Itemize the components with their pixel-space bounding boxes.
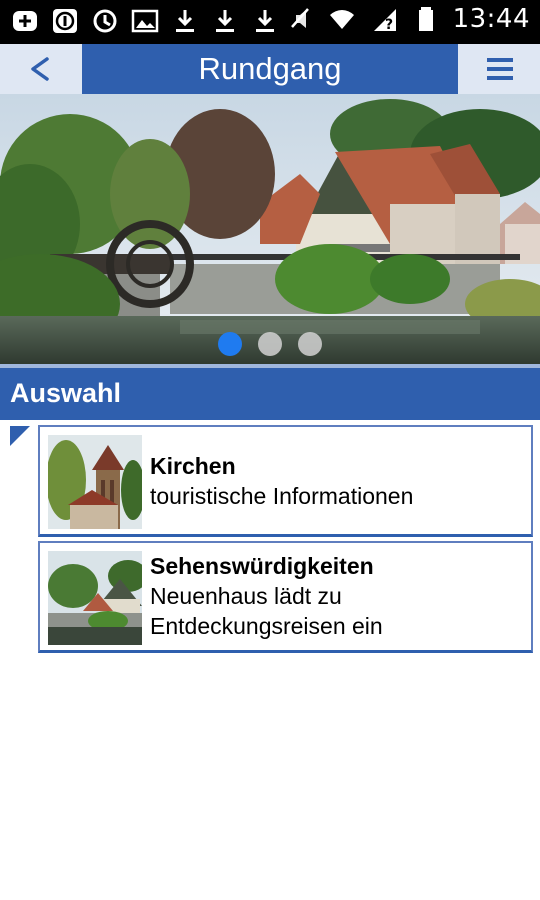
banner-image (0, 94, 540, 364)
menu-button[interactable] (460, 44, 540, 94)
info-icon (50, 6, 80, 36)
hamburger-menu-icon (487, 58, 513, 80)
signal-unknown-icon: ? (369, 4, 399, 34)
image-slider[interactable] (0, 94, 540, 364)
card-text: Kirchen touristische Informationen (150, 451, 525, 511)
battery-icon (411, 4, 441, 34)
download-icon (170, 6, 200, 36)
status-bar: ? 13:44 (0, 0, 540, 44)
chevron-left-icon (31, 57, 49, 81)
item-title: Sehenswürdigkeiten (150, 553, 374, 579)
slider-dot-3[interactable] (298, 332, 322, 356)
slider-dot-1[interactable] (218, 332, 242, 356)
card-text: Sehenswürdigkeiten Neuenhaus lädt zu Ent… (150, 551, 525, 641)
item-title: Kirchen (150, 453, 236, 479)
wifi-icon (327, 4, 357, 34)
back-button[interactable] (0, 44, 80, 94)
item-subtitle-line-1: Neuenhaus lädt zu (150, 583, 342, 609)
app-header: Rundgang (0, 44, 540, 94)
section-title: Auswahl (10, 378, 122, 408)
slider-dot-2[interactable] (258, 332, 282, 356)
sehenswuerdigkeiten-thumbnail (48, 551, 142, 645)
sync-icon (90, 6, 120, 36)
sound-muted-icon (285, 4, 315, 34)
image-icon (130, 6, 160, 36)
download-icon (210, 6, 240, 36)
slider-dots (0, 332, 540, 356)
list-item-sehenswuerdigkeiten[interactable]: Sehenswürdigkeiten Neuenhaus lädt zu Ent… (38, 541, 533, 653)
page-title: Rundgang (198, 51, 342, 86)
add-icon (10, 6, 40, 36)
list-item-kirchen[interactable]: Kirchen touristische Informationen (38, 425, 533, 537)
title-bar: Rundgang (82, 44, 458, 94)
download-icon (250, 6, 280, 36)
clock: 13:44 (452, 4, 530, 34)
selection-indicator (10, 426, 30, 446)
kirchen-thumbnail (48, 435, 142, 529)
item-subtitle-line-2: Entdeckungsreisen ein (150, 613, 383, 639)
svg-text:?: ? (385, 17, 393, 33)
item-subtitle: touristische Informationen (150, 483, 414, 509)
section-header: Auswahl (0, 364, 540, 420)
